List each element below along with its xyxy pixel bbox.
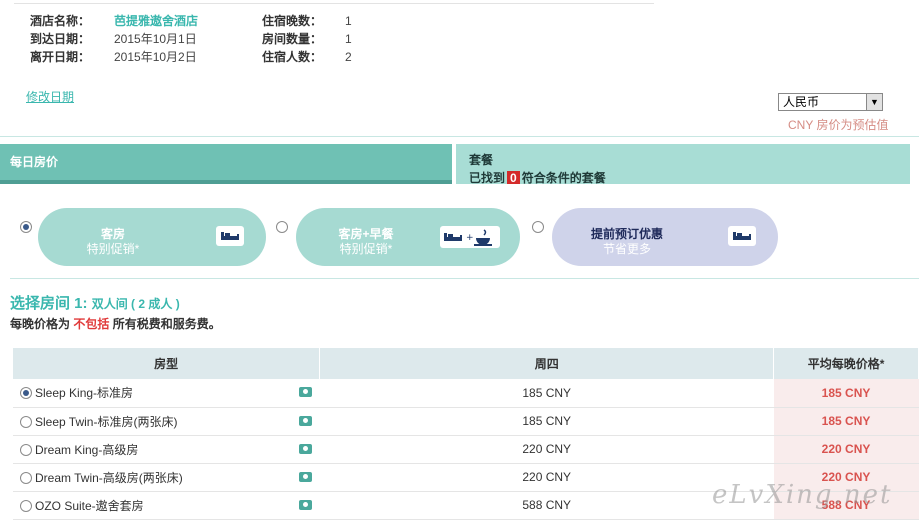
day-price: 220 CNY [319, 435, 774, 464]
room-radio[interactable] [20, 471, 32, 484]
offer-advance-purchase[interactable]: 提前预订优惠 节省更多 [552, 208, 778, 266]
room-number-label: 选择房间 1: [10, 295, 88, 312]
table-row[interactable]: Sleep Twin-标准房(两张床) 185 CNY 185 CNY [13, 407, 919, 436]
day-price: 185 CNY [319, 407, 774, 436]
depart-date: 2015年10月2日 [114, 50, 197, 64]
currency-selected: 人民币 [783, 95, 820, 109]
watermark: eLvXing.net [712, 480, 893, 510]
room-name: Dream King-高级房 [35, 442, 139, 457]
currency-select[interactable]: 人民币 ▼ [778, 93, 883, 111]
offer-subtitle: 节省更多 [602, 242, 651, 256]
guests-value: 2 [345, 50, 352, 64]
camera-icon[interactable] [298, 499, 312, 510]
room-name: Dream Twin-高级房(两张床) [35, 470, 183, 485]
camera-icon[interactable] [298, 415, 312, 426]
bed-and-breakfast-icon: + [440, 226, 500, 248]
avg-price: 220 CNY [773, 435, 919, 464]
price-note: 每晚价格为 不包括 所有税费和服务费。 [10, 317, 221, 331]
nights-value: 1 [345, 14, 352, 28]
avg-price: 185 CNY [773, 407, 919, 436]
room-radio[interactable] [20, 387, 32, 399]
tab-daily-label: 每日房价 [10, 155, 59, 169]
day-price: 220 CNY [319, 463, 774, 492]
bed-icon [216, 226, 244, 246]
avg-price: 185 CNY [773, 379, 919, 408]
table-row[interactable]: Dream King-高级房 220 CNY 220 CNY [13, 435, 919, 464]
room-section-title: 选择房间 1: 双人间 ( 2 成人 ) [10, 292, 180, 313]
nights-label: 住宿晚数： [262, 14, 323, 28]
divider [10, 278, 919, 279]
depart-label: 离开日期： [30, 50, 91, 64]
room-name: Sleep King-标准房 [35, 386, 134, 401]
room-name: Sleep Twin-标准房(两张床) [35, 414, 178, 429]
top-divider [14, 3, 654, 4]
room-occupancy: 双人间 ( 2 成人 ) [91, 297, 180, 311]
arrive-label: 到达日期： [30, 32, 91, 46]
packages-count-badge: 0 [507, 171, 520, 184]
dropdown-arrow-icon[interactable]: ▼ [866, 94, 882, 110]
offer-room-promo[interactable]: 客房 特别促销* [38, 208, 266, 266]
camera-icon[interactable] [298, 443, 312, 454]
tab-packages[interactable]: 套餐 已找到 0 符合条件的套餐 [456, 144, 910, 184]
camera-icon[interactable] [298, 471, 312, 482]
price-note-highlight: 不包括 [73, 317, 110, 331]
guests-label: 住宿人数： [262, 50, 323, 64]
currency-note: CNY 房价为预估值 [788, 118, 889, 132]
day-price: 588 CNY [319, 491, 774, 520]
column-header-room-type: 房型 [13, 348, 321, 379]
offer-subtitle: 特别促销* [86, 242, 140, 256]
svg-text:+: + [466, 233, 474, 243]
tab-packages-label: 套餐 [469, 153, 494, 167]
offer-radio-breakfast[interactable] [276, 221, 288, 233]
room-name: OZO Suite-遨舍套房 [35, 498, 144, 513]
column-header-avg-price: 平均每晚价格* [773, 348, 919, 379]
day-price: 185 CNY [319, 379, 774, 408]
room-radio[interactable] [20, 415, 32, 428]
rooms-value: 1 [345, 32, 352, 46]
column-header-day: 周四 [319, 348, 775, 379]
camera-icon[interactable] [298, 387, 312, 397]
room-radio[interactable] [20, 499, 32, 512]
divider [0, 136, 919, 137]
tab-daily-rates[interactable]: 每日房价 [0, 144, 452, 184]
offer-room-breakfast-promo[interactable]: 客房+早餐 特别促销* + [296, 208, 520, 266]
arrive-date: 2015年10月1日 [114, 32, 197, 46]
offer-radio-room[interactable] [20, 221, 32, 233]
hotel-label: 酒店名称： [30, 14, 91, 28]
offer-subtitle: 特别促销* [339, 242, 393, 256]
rooms-label: 房间数量： [262, 32, 323, 46]
modify-date-link[interactable]: 修改日期 [26, 88, 74, 105]
room-radio[interactable] [20, 443, 32, 456]
packages-found-text: 已找到 0 符合条件的套餐 [469, 171, 606, 184]
offer-radio-advance[interactable] [532, 221, 544, 233]
bed-icon [728, 226, 756, 246]
hotel-name: 芭提雅遨舍酒店 [114, 14, 199, 28]
table-row[interactable]: Sleep King-标准房 185 CNY 185 CNY [13, 379, 919, 408]
